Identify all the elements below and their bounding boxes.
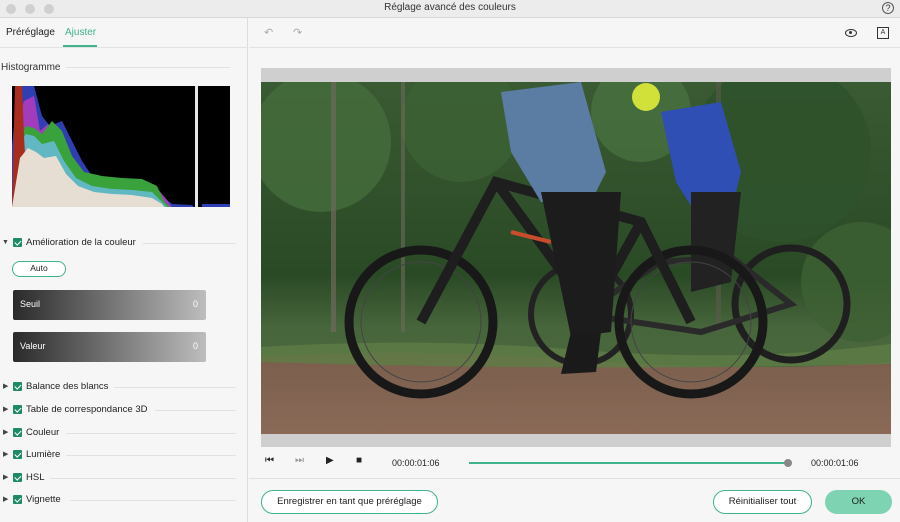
progress-handle[interactable] xyxy=(784,459,792,467)
stop-icon[interactable]: ■ xyxy=(356,455,362,466)
divider xyxy=(143,243,236,244)
checkbox-3d-lut[interactable] xyxy=(13,405,22,414)
divider xyxy=(66,433,236,434)
value-slider[interactable]: Valeur 0 xyxy=(13,332,206,362)
section-label: Vignette xyxy=(26,494,61,505)
total-time: 00:00:01:06 xyxy=(811,458,859,468)
expand-arrow-icon[interactable]: ▶ xyxy=(3,450,8,458)
expand-arrow-icon[interactable]: ▶ xyxy=(3,495,8,503)
compare-icon[interactable]: A xyxy=(877,27,889,39)
expand-arrow-icon[interactable]: ▶ xyxy=(3,382,8,390)
section-label: HSL xyxy=(26,472,45,483)
tab-adjust[interactable]: Ajuster xyxy=(65,27,96,38)
section-label: Lumière xyxy=(26,449,61,460)
section-label: Table de correspondance 3D xyxy=(26,404,148,415)
progress-track[interactable] xyxy=(469,462,789,464)
section-label: Balance des blancs xyxy=(26,381,109,392)
step-forward-icon[interactable]: ⏭ xyxy=(295,455,304,466)
expand-arrow-icon[interactable]: ▶ xyxy=(3,405,8,413)
checkbox-vignette[interactable] xyxy=(13,495,22,504)
current-time: 00:00:01:06 xyxy=(392,458,440,468)
playback-controls: ⏮ ⏭ ▶ ■ 00:00:01:06 00:00:01:06 xyxy=(249,450,900,476)
auto-button[interactable]: Auto xyxy=(12,261,66,277)
checkbox-light[interactable] xyxy=(13,450,22,459)
redo-icon[interactable]: ↷ xyxy=(293,26,302,39)
slider-value: 0 xyxy=(192,299,198,309)
video-preview xyxy=(261,82,891,434)
expand-arrow-icon[interactable]: ▶ xyxy=(3,473,8,481)
video-frame-image xyxy=(261,82,891,434)
window-title: Réglage avancé des couleurs xyxy=(384,2,516,13)
save-preset-button[interactable]: Enregistrer en tant que préréglage xyxy=(261,490,438,514)
slider-label: Seuil xyxy=(20,299,41,309)
reset-all-button[interactable]: Réinitialiser tout xyxy=(713,490,812,514)
section-label: Couleur xyxy=(26,427,60,438)
divider xyxy=(66,67,230,68)
checkbox-hsl[interactable] xyxy=(13,473,22,482)
histogram-label: Histogramme xyxy=(1,62,61,73)
divider xyxy=(249,478,900,479)
divider xyxy=(155,410,236,411)
divider xyxy=(70,500,236,501)
divider xyxy=(66,455,236,456)
eye-icon[interactable] xyxy=(845,29,857,37)
slider-label: Valeur xyxy=(20,341,46,351)
divider xyxy=(50,478,236,479)
histogram xyxy=(12,86,230,207)
undo-icon[interactable]: ↶ xyxy=(264,26,273,39)
tab-preset[interactable]: Préréglage xyxy=(6,27,55,38)
slider-value: 0 xyxy=(192,341,198,351)
play-icon[interactable]: ▶ xyxy=(326,455,334,466)
divider xyxy=(114,387,236,388)
active-tab-indicator xyxy=(63,45,97,47)
color-enhancement-label: Amélioration de la couleur xyxy=(26,237,136,248)
color-adjust-window: Réglage avancé des couleurs ? Préréglage… xyxy=(0,0,900,522)
checkbox-color[interactable] xyxy=(13,428,22,437)
collapse-arrow-icon[interactable]: ▼ xyxy=(2,239,9,246)
step-back-icon[interactable]: ⏮ xyxy=(265,455,274,466)
histogram-graph xyxy=(12,86,230,207)
checkbox-color-enhancement[interactable] xyxy=(13,238,22,247)
adjust-panel: Préréglage Ajuster Histogramme ▼ Amélior… xyxy=(0,18,248,522)
threshold-slider[interactable]: Seuil 0 xyxy=(13,290,206,320)
tab-bar: Préréglage Ajuster xyxy=(0,18,248,48)
ok-button[interactable]: OK xyxy=(825,490,892,514)
title-bar: Réglage avancé des couleurs ? xyxy=(0,0,900,18)
help-icon[interactable]: ? xyxy=(882,2,894,14)
expand-arrow-icon[interactable]: ▶ xyxy=(3,428,8,436)
checkbox-white-balance[interactable] xyxy=(13,382,22,391)
preview-toolbar: ↶ ↷ A xyxy=(249,18,900,48)
